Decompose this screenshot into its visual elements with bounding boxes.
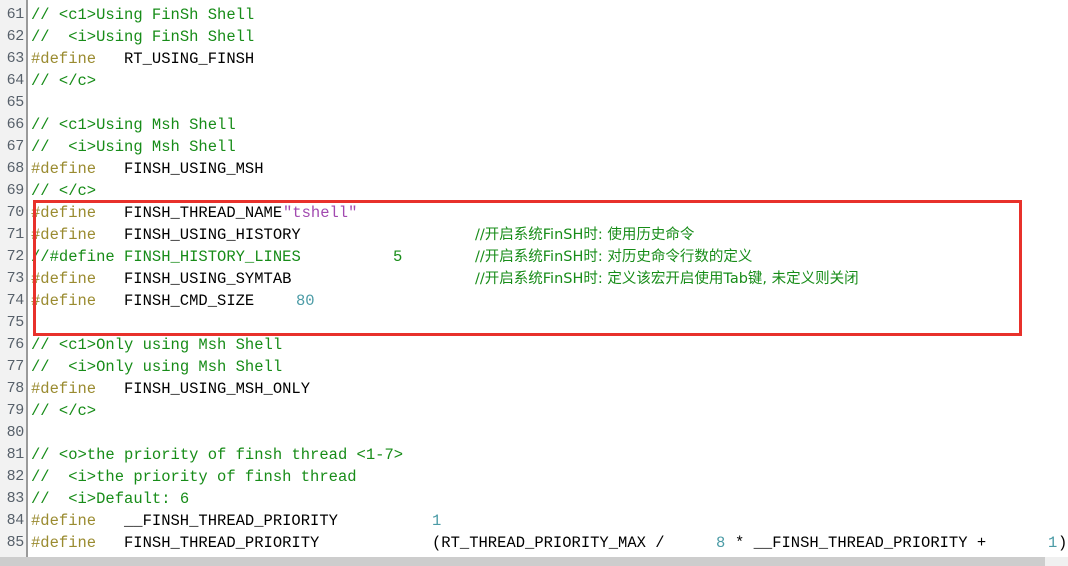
code-token: 5 bbox=[393, 248, 403, 266]
code-token: FINSH_THREAD_NAME bbox=[124, 204, 283, 222]
code-token: // <c1>Only using Msh Shell bbox=[31, 336, 283, 354]
code-token: * __FINSH_THREAD_PRIORITY + bbox=[735, 534, 987, 552]
line-number: 78 bbox=[6, 380, 25, 397]
line-number: 69 bbox=[6, 182, 25, 199]
code-token: // <c1>Using Msh Shell bbox=[31, 116, 236, 134]
code-token: FINSH_USING_SYMTAB bbox=[124, 270, 292, 288]
line-number: 68 bbox=[6, 160, 25, 177]
code-token: (RT_THREAD_PRIORITY_MAX / bbox=[432, 534, 665, 552]
code-token: #define bbox=[31, 512, 97, 530]
code-token: ) bbox=[1058, 534, 1068, 552]
code-token: // <i>Using Msh Shell bbox=[31, 138, 236, 156]
code-token: 1 bbox=[432, 512, 442, 530]
line-number: 66 bbox=[6, 116, 25, 133]
code-token: #define bbox=[31, 160, 97, 178]
code-token: #define bbox=[31, 380, 97, 398]
code-token: // <i>the priority of finsh thread bbox=[31, 468, 357, 486]
line-number: 81 bbox=[6, 446, 25, 463]
code-token: __FINSH_THREAD_PRIORITY bbox=[124, 512, 338, 530]
line-number: 80 bbox=[6, 424, 25, 441]
code-token: // <c1>Using FinSh Shell bbox=[31, 6, 255, 24]
code-token: 8 bbox=[716, 534, 726, 552]
line-number: 74 bbox=[6, 292, 25, 309]
code-token: // </c> bbox=[31, 182, 97, 200]
code-text-area[interactable]: // <c1>Using FinSh Shell // <i>Using FinS… bbox=[31, 0, 1068, 557]
code-token: #define bbox=[31, 226, 97, 244]
line-number: 73 bbox=[6, 270, 25, 287]
code-token: #define bbox=[31, 204, 97, 222]
line-number: 72 bbox=[6, 248, 25, 265]
code-token: //开启系统FinSH时: 对历史命令行数的定义 bbox=[475, 249, 753, 265]
line-number: 62 bbox=[6, 28, 25, 45]
horizontal-scrollbar-thumb[interactable] bbox=[0, 557, 1045, 566]
code-token: FINSH_CMD_SIZE bbox=[124, 292, 255, 310]
code-token: FINSH_THREAD_PRIORITY bbox=[124, 534, 320, 552]
line-number: 76 bbox=[6, 336, 25, 353]
code-token: 1 bbox=[1048, 534, 1058, 552]
code-token: //开启系统FinSH时: 使用历史命令 bbox=[475, 227, 695, 243]
line-number: 83 bbox=[6, 490, 25, 507]
line-number: 61 bbox=[6, 6, 25, 23]
code-token: // <o>the priority of finsh thread <1-7> bbox=[31, 446, 404, 464]
line-number: 85 bbox=[6, 534, 25, 551]
line-number: 82 bbox=[6, 468, 25, 485]
code-token: // </c> bbox=[31, 402, 97, 420]
line-number: 71 bbox=[6, 226, 25, 243]
code-token: //#define FINSH_HISTORY_LINES bbox=[31, 248, 301, 266]
line-number: 84 bbox=[6, 512, 25, 529]
code-token: FINSH_USING_MSH_ONLY bbox=[124, 380, 311, 398]
line-number: 65 bbox=[6, 94, 25, 111]
code-token: // <i>Default: 6 bbox=[31, 490, 190, 508]
line-number: 67 bbox=[6, 138, 25, 155]
code-token: #define bbox=[31, 534, 97, 552]
gutter-divider-highlight bbox=[28, 0, 31, 557]
code-token: FINSH_USING_HISTORY bbox=[124, 226, 301, 244]
code-token: // <i>Using FinSh Shell bbox=[31, 28, 255, 46]
code-token: "tshell" bbox=[283, 204, 358, 222]
line-number: 77 bbox=[6, 358, 25, 375]
line-number: 75 bbox=[6, 314, 25, 331]
code-token: #define bbox=[31, 292, 97, 310]
code-token: RT_USING_FINSH bbox=[124, 50, 255, 68]
code-token: // <i>Only using Msh Shell bbox=[31, 358, 283, 376]
line-number: 64 bbox=[6, 72, 25, 89]
code-token: FINSH_USING_MSH bbox=[124, 160, 264, 178]
code-editor-view: // <i>Using FinSh Shell // <c1>Using Fin… bbox=[0, 0, 1068, 566]
code-token: // </c> bbox=[31, 72, 97, 90]
code-token: #define bbox=[31, 50, 97, 68]
line-number: 79 bbox=[6, 402, 25, 419]
line-number: 63 bbox=[6, 50, 25, 67]
code-token: //开启系统FinSH时: 定义该宏开启使用Tab键, 未定义则关闭 bbox=[475, 271, 859, 287]
code-token: #define bbox=[31, 270, 97, 288]
code-token: 80 bbox=[296, 292, 315, 310]
horizontal-scrollbar-track[interactable] bbox=[0, 557, 1068, 566]
line-number-gutter[interactable]: 61 62 63 64 65 66 67 68 69 70 71 72 73 74 75 76 77 78 79 80… bbox=[0, 0, 26, 557]
line-number: 70 bbox=[6, 204, 25, 221]
